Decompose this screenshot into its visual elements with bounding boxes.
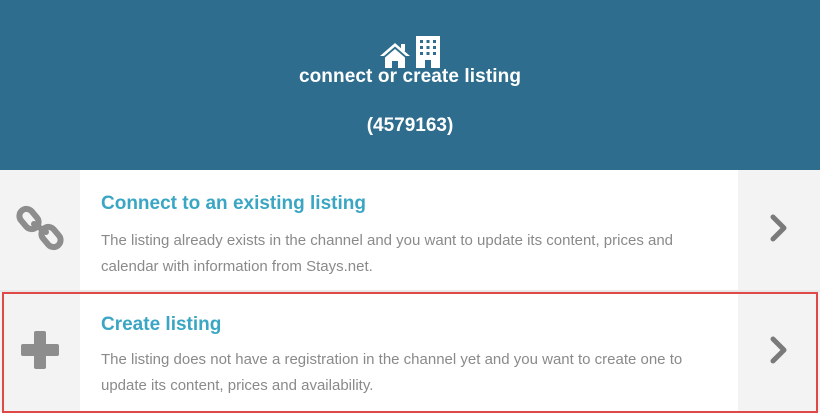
option-arrow-panel[interactable]: [738, 292, 820, 412]
option-icon-panel: [0, 292, 80, 412]
link-icon: [16, 204, 64, 257]
option-title: Create listing: [101, 314, 222, 335]
listing-id: (4579163): [366, 115, 454, 136]
option-description: The listing already exists in the channe…: [101, 232, 674, 275]
chevron-right-icon[interactable]: [769, 214, 789, 247]
create-listing-option[interactable]: Create listing The listing does not have…: [0, 292, 820, 412]
option-arrow-panel[interactable]: [738, 170, 820, 290]
chevron-right-icon[interactable]: [769, 336, 789, 369]
option-icon-panel: [0, 170, 80, 290]
plus-icon: [19, 329, 61, 376]
header: connect or create listing (4579163): [0, 0, 820, 170]
option-title: Connect to an existing listing: [101, 193, 366, 214]
page-title: connect or create listing: [298, 66, 522, 87]
connect-existing-listing-option[interactable]: Connect to an existing listing The listi…: [0, 170, 820, 290]
option-description: The listing does not have a registration…: [101, 351, 683, 394]
